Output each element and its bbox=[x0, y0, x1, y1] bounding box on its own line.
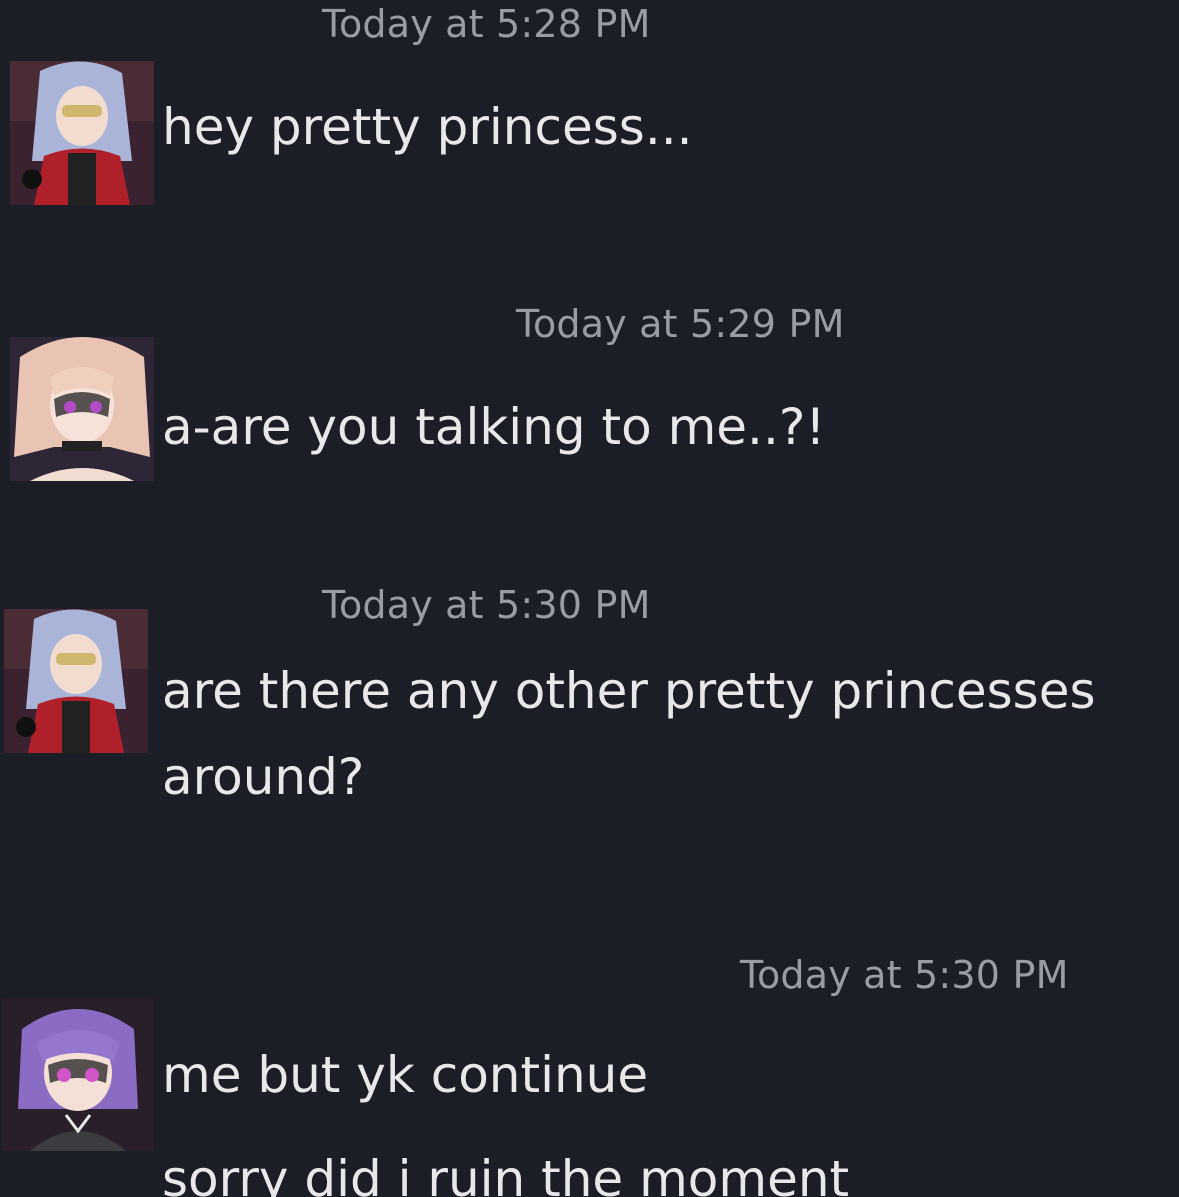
message-timestamp: Today at 5:29 PM bbox=[516, 302, 845, 346]
chat-screen: Today at 5:28 PM hey pretty princess... … bbox=[0, 0, 1179, 1197]
avatar-blonde-lace-mask[interactable] bbox=[10, 337, 154, 481]
avatar-silver-hair-glasses[interactable] bbox=[4, 609, 148, 753]
message-text: hey pretty princess... bbox=[162, 98, 693, 156]
avatar-image bbox=[10, 61, 154, 205]
message-timestamp: Today at 5:30 PM bbox=[322, 583, 651, 627]
message-text: sorry did i ruin the moment bbox=[162, 1150, 850, 1197]
message-text: me but yk continue bbox=[162, 1046, 649, 1104]
avatar-purple-hair-lace-mask[interactable] bbox=[2, 999, 154, 1151]
message-timestamp: Today at 5:30 PM bbox=[740, 953, 1069, 997]
message-text: a-are you talking to me..?! bbox=[162, 398, 826, 456]
avatar-image bbox=[4, 609, 148, 753]
avatar-image bbox=[2, 999, 154, 1151]
message-text: are there any other pretty princesses bbox=[162, 662, 1096, 720]
avatar-silver-hair-glasses[interactable] bbox=[10, 61, 154, 205]
avatar-image bbox=[10, 337, 154, 481]
message-timestamp: Today at 5:28 PM bbox=[322, 2, 651, 46]
message-text: around? bbox=[162, 748, 365, 806]
